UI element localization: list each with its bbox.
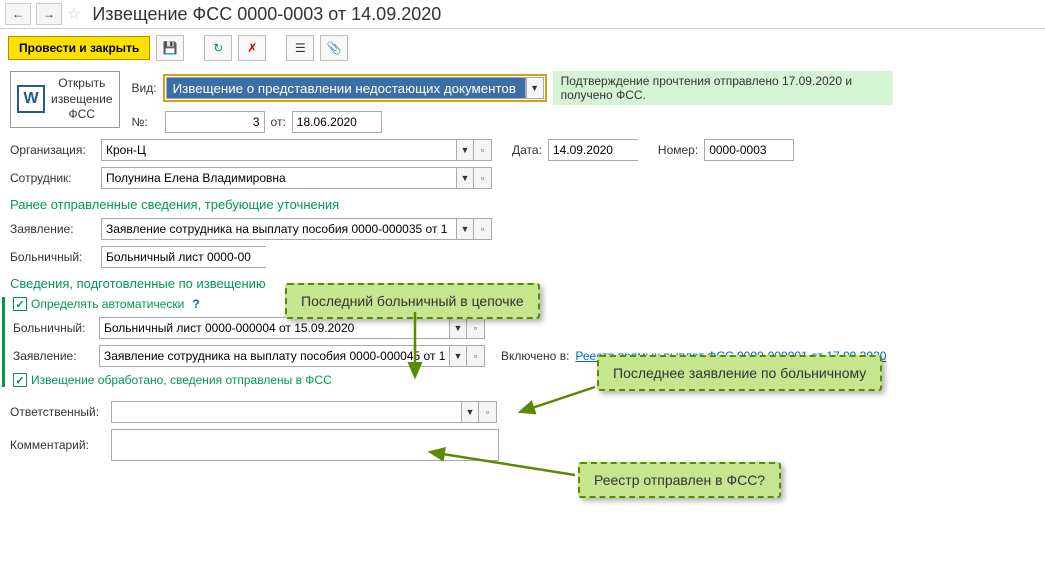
num-input[interactable] <box>165 111 265 133</box>
open-notice-word-button[interactable]: W Открыть извещение ФСС <box>10 71 120 128</box>
save-icon: 💾 <box>163 41 178 55</box>
paperclip-icon: 📎 <box>327 41 342 55</box>
vid-dropdown-button[interactable]: ▼ <box>526 77 544 99</box>
app1-label: Заявление: <box>10 222 95 236</box>
arrow-icon <box>400 312 430 387</box>
num-label: №: <box>132 115 159 129</box>
save-button[interactable]: 💾 <box>156 35 184 61</box>
favorite-star-icon[interactable]: ☆ <box>67 4 81 24</box>
app2-label: Заявление: <box>13 349 93 363</box>
list-icon: ☰ <box>295 41 306 55</box>
arrow-icon <box>420 447 580 482</box>
date-label: Дата: <box>512 143 542 157</box>
processed-checkbox[interactable]: ✓ <box>13 373 27 387</box>
arrow-icon <box>510 382 600 422</box>
callout-last-app: Последнее заявление по больничному <box>597 355 882 391</box>
num-from-label: от: <box>271 115 286 129</box>
auto-detect-label: Определять автоматически <box>31 297 184 311</box>
auto-detect-checkbox[interactable]: ✓ <box>13 297 27 311</box>
employee-label: Сотрудник: <box>10 171 95 185</box>
employee-dropdown-button[interactable]: ▼ <box>456 167 474 189</box>
callout-registry-sent: Реестр отправлен в ФСС? <box>578 462 781 498</box>
employee-open-button[interactable]: ▫ <box>474 167 492 189</box>
open-notice-label: Открыть извещение ФСС <box>51 76 113 123</box>
included-label: Включено в: <box>501 349 569 363</box>
number-label: Номер: <box>658 143 698 157</box>
app1-input[interactable] <box>101 218 456 240</box>
org-label: Организация: <box>10 143 95 157</box>
app2-dropdown-button[interactable]: ▼ <box>449 345 467 367</box>
sick1-label: Больничный: <box>10 250 95 264</box>
org-open-button[interactable]: ▫ <box>474 139 492 161</box>
vid-input[interactable] <box>166 77 526 99</box>
sick2-label: Больничный: <box>13 321 93 335</box>
date-input[interactable] <box>548 139 638 161</box>
responsible-open-button[interactable]: ▫ <box>479 401 497 423</box>
list-button[interactable]: ☰ <box>286 35 314 61</box>
comment-label: Комментарий: <box>10 438 105 452</box>
sick2-input[interactable] <box>99 317 449 339</box>
confirmation-notice: Подтверждение прочтения отправлено 17.09… <box>553 71 893 105</box>
section1-header: Ранее отправленные сведения, требующие у… <box>10 197 1035 212</box>
processed-label: Извещение обработано, сведения отправлен… <box>31 373 332 387</box>
sick2-open-button[interactable]: ▫ <box>467 317 485 339</box>
nav-forward-button[interactable]: → <box>36 3 62 25</box>
page-title: Извещение ФСС 0000-0003 от 14.09.2020 <box>92 4 441 25</box>
nav-back-button[interactable]: ← <box>5 3 31 25</box>
attach-button[interactable]: 📎 <box>320 35 348 61</box>
sick1-input[interactable] <box>101 246 266 268</box>
app1-dropdown-button[interactable]: ▼ <box>456 218 474 240</box>
refresh-button[interactable]: ↻ <box>204 35 232 61</box>
sick2-dropdown-button[interactable]: ▼ <box>449 317 467 339</box>
word-icon: W <box>17 85 45 113</box>
number-input[interactable] <box>704 139 794 161</box>
vid-label: Вид: <box>132 81 157 95</box>
app2-input[interactable] <box>99 345 449 367</box>
app2-open-button[interactable]: ▫ <box>467 345 485 367</box>
app1-open-button[interactable]: ▫ <box>474 218 492 240</box>
employee-input[interactable] <box>101 167 456 189</box>
post-and-close-button[interactable]: Провести и закрыть <box>8 36 150 60</box>
cancel-icon: ✗ <box>247 41 257 55</box>
responsible-input[interactable] <box>111 401 461 423</box>
num-from-input[interactable] <box>292 111 382 133</box>
help-icon[interactable]: ? <box>192 297 199 311</box>
responsible-label: Ответственный: <box>10 405 105 419</box>
cancel-post-button[interactable]: ✗ <box>238 35 266 61</box>
org-dropdown-button[interactable]: ▼ <box>456 139 474 161</box>
refresh-icon: ↻ <box>213 41 223 55</box>
org-input[interactable] <box>101 139 456 161</box>
responsible-dropdown-button[interactable]: ▼ <box>461 401 479 423</box>
